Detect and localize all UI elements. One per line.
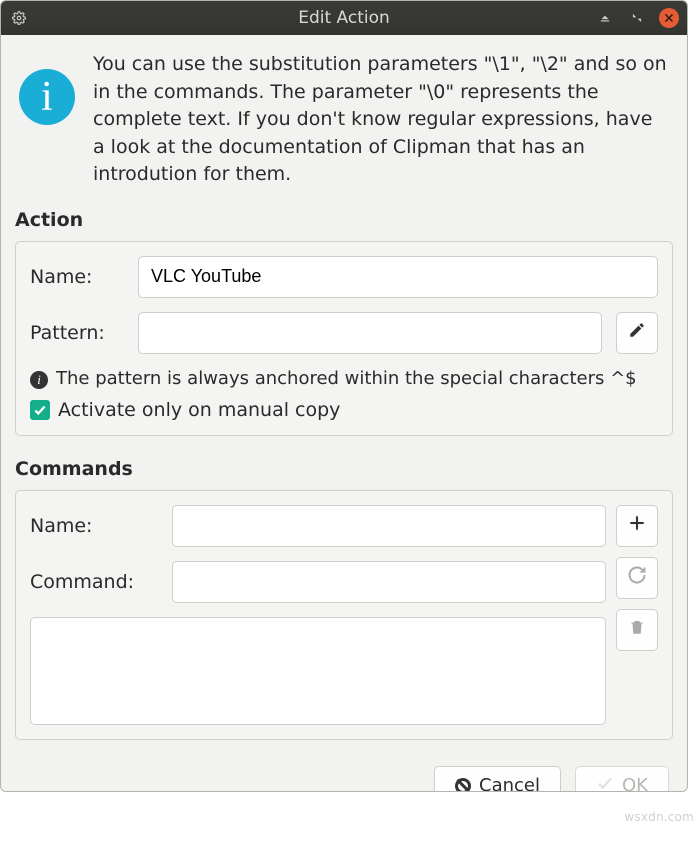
cancel-button[interactable]: Cancel <box>434 766 561 792</box>
action-pattern-input[interactable] <box>138 312 602 354</box>
maximize-icon[interactable] <box>627 8 647 28</box>
add-command-button[interactable] <box>616 505 658 547</box>
gear-icon[interactable] <box>9 8 29 28</box>
check-icon <box>596 774 614 792</box>
dialog-buttons: Cancel OK <box>15 756 673 792</box>
window-title: Edit Action <box>1 8 687 28</box>
commands-list[interactable] <box>30 617 606 725</box>
action-name-input[interactable] <box>138 256 658 298</box>
plus-icon <box>627 513 647 538</box>
pattern-label: Pattern: <box>30 322 124 344</box>
edit-action-dialog: Edit Action i You can use the substituti… <box>0 0 688 792</box>
info-row: i You can use the substitution parameter… <box>15 51 673 189</box>
pencil-icon <box>628 321 646 344</box>
pattern-hint: i The pattern is always anchored within … <box>30 368 658 389</box>
titlebar: Edit Action <box>1 1 687 35</box>
name-label: Name: <box>30 266 124 288</box>
watermark: wsxdn.com <box>624 810 694 824</box>
trash-icon <box>628 618 646 641</box>
dialog-content: i You can use the substitution parameter… <box>1 35 687 791</box>
minimize-icon[interactable] <box>595 8 615 28</box>
info-icon: i <box>19 69 75 125</box>
ok-button[interactable]: OK <box>575 766 669 792</box>
activate-manual-copy-checkbox[interactable] <box>30 400 50 420</box>
pattern-hint-text: The pattern is always anchored within th… <box>56 368 637 389</box>
ok-button-label: OK <box>622 775 648 792</box>
command-name-input[interactable] <box>172 505 606 547</box>
commands-heading: Commands <box>15 458 673 480</box>
delete-command-button[interactable] <box>616 609 658 651</box>
refresh-command-button[interactable] <box>616 557 658 599</box>
cancel-button-label: Cancel <box>479 775 540 792</box>
action-heading: Action <box>15 209 673 231</box>
action-group: Name: Pattern: i The pattern is always a… <box>15 241 673 436</box>
command-input[interactable] <box>172 561 606 603</box>
hint-info-icon: i <box>30 371 48 389</box>
command-name-label: Name: <box>30 515 158 537</box>
info-text: You can use the substitution parameters … <box>93 51 669 189</box>
refresh-icon <box>627 565 647 590</box>
cancel-icon <box>455 778 471 792</box>
activate-manual-copy-label: Activate only on manual copy <box>58 399 340 421</box>
edit-pattern-button[interactable] <box>616 312 658 354</box>
close-icon[interactable] <box>659 8 679 28</box>
commands-group: Name: Command: <box>15 490 673 740</box>
command-label: Command: <box>30 571 158 593</box>
